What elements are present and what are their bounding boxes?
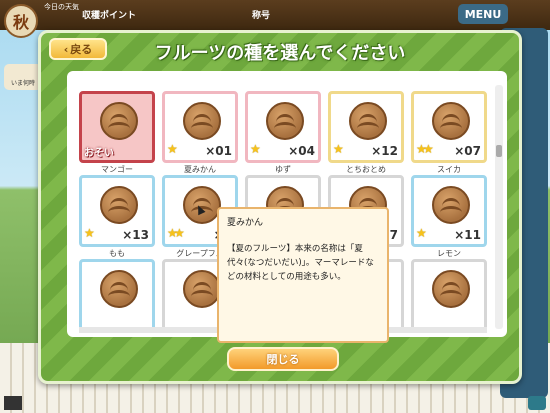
walnut-seed-icon [100, 270, 138, 308]
seed-count: ×13 [122, 228, 149, 242]
walnut-seed-icon [183, 102, 221, 140]
seed-status: おそい [84, 148, 114, 159]
dialog-title: フルーツの種を選んでください [154, 43, 406, 64]
walnut-seed-icon [432, 270, 470, 308]
seed-count: 7 [389, 228, 398, 242]
star-icon: ★ [167, 142, 178, 156]
seed-slot[interactable]: スイカ ★ ×11 [411, 165, 487, 247]
seed-tooltip: 夏みかん 【夏のフルーツ】本来の名称は「夏代々(なつだいだい)」。マーマレードな… [217, 207, 389, 343]
seed-slot[interactable]: もも [79, 249, 155, 331]
title-label: 称号 [252, 11, 271, 21]
harvest-points-label: 収穫ポイント [82, 11, 137, 21]
seed-slot[interactable]: びわ★×04 [245, 91, 321, 163]
tooltip-title: 夏みかん [227, 218, 264, 228]
close-button[interactable]: 閉じる [227, 347, 339, 371]
seed-slot[interactable]: おそい [79, 91, 155, 163]
seed-count: ×01 [205, 144, 232, 158]
walnut-seed-icon [349, 102, 387, 140]
seed-count: ×11 [454, 228, 481, 242]
seed-name: 夏みかん [184, 165, 216, 174]
back-label: 戻る [70, 43, 93, 56]
chevron-left-icon: ‹ [63, 42, 69, 56]
star-icon: ★ [423, 142, 434, 156]
scroll-thumb[interactable] [496, 145, 502, 157]
walnut-seed-icon [432, 102, 470, 140]
corner-icon[interactable] [4, 396, 22, 410]
walnut-seed-icon [432, 186, 470, 224]
walnut-seed-icon [183, 270, 221, 308]
back-button[interactable]: ‹ 戻る [49, 38, 107, 60]
star-icon: ★ [416, 226, 427, 240]
settings-icon[interactable] [528, 396, 546, 410]
seed-name: もも [109, 249, 125, 258]
seed-count: ×04 [288, 144, 315, 158]
seed-slot[interactable]: 洋なし★★×07 [411, 91, 487, 163]
seed-slot[interactable]: さくらんぼ★×01 [162, 91, 238, 163]
walnut-seed-icon [100, 186, 138, 224]
seed-count: ×07 [454, 144, 481, 158]
star-icon: ★ [84, 226, 95, 240]
seed-name: ゆず [275, 165, 291, 174]
seed-slot[interactable]: マンゴー ★ ×13 [79, 165, 155, 247]
seed-name: レモン [437, 249, 461, 258]
season-badge: 秋 [4, 4, 38, 38]
seed-slot[interactable]: 柿★×12 [328, 91, 404, 163]
seed-select-dialog: フルーツの種を選んでください ‹ 戻る おそいさくらんぼ★×01びわ★×04柿★… [38, 30, 522, 384]
top-hud: 今日の天気 収穫ポイント 称号 MENU [0, 0, 550, 30]
star-icon: ★ [333, 142, 344, 156]
left-status-button[interactable]: いま何時 [4, 64, 42, 90]
tooltip-body: 【夏のフルーツ】本来の名称は「夏代々(なつだいだい)」。マーマレードなどの材料と… [227, 244, 374, 282]
seed-name: スイカ [437, 165, 461, 174]
seed-name: マンゴー [101, 165, 133, 174]
weather-label: 今日の天気 [44, 3, 79, 11]
menu-button[interactable]: MENU [458, 4, 508, 24]
star-icon: ★ [174, 226, 185, 240]
seed-count: ×12 [371, 144, 398, 158]
vertical-scrollbar[interactable] [495, 85, 503, 329]
seed-slot[interactable]: レモン [411, 249, 487, 331]
walnut-seed-icon [266, 102, 304, 140]
walnut-seed-icon [100, 102, 138, 140]
star-icon: ★ [250, 142, 261, 156]
seed-name: とちおとめ [346, 165, 386, 174]
